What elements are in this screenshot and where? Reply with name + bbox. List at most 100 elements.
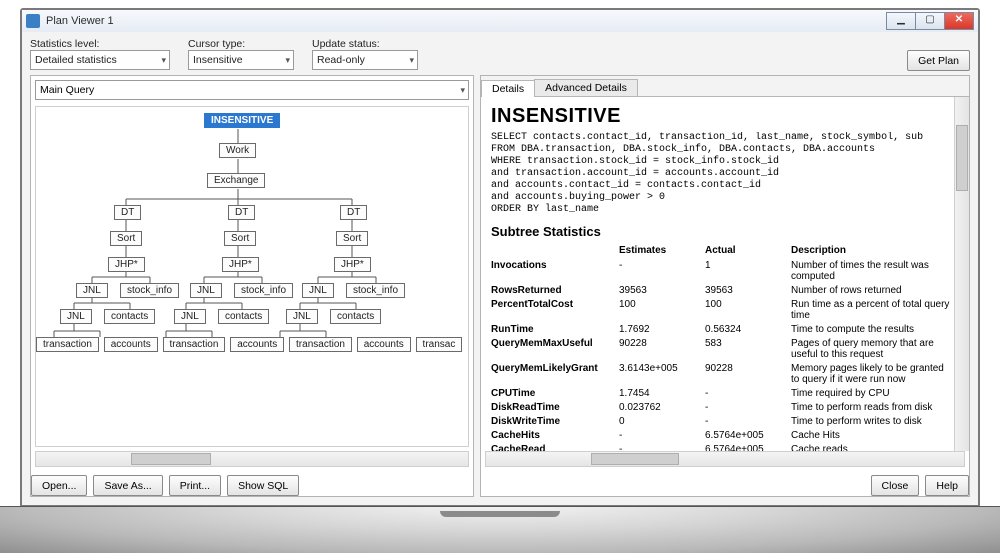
stat-actual: 90228 <box>705 361 791 386</box>
stat-name: Invocations <box>491 258 619 283</box>
stat-name: CPUTime <box>491 386 619 400</box>
plan-node-transaction[interactable]: transaction <box>36 337 99 352</box>
plan-node-accounts[interactable]: accounts <box>357 337 411 352</box>
plan-node-sort[interactable]: Sort <box>224 231 256 246</box>
plan-node-sort[interactable]: Sort <box>336 231 368 246</box>
plan-node-accounts[interactable]: accounts <box>230 337 284 352</box>
table-row: RowsReturned3956339563Number of rows ret… <box>491 283 959 297</box>
plan-node-transaction[interactable]: transaction <box>289 337 352 352</box>
table-row: RunTime1.76920.56324Time to compute the … <box>491 322 959 336</box>
window-titlebar: Plan Viewer 1 ▁ ▢ ✕ <box>22 10 978 33</box>
plan-node-work[interactable]: Work <box>219 143 256 158</box>
stat-estimate: 3.6143e+005 <box>619 361 705 386</box>
plan-node-jhp[interactable]: JHP* <box>108 257 145 272</box>
stat-description: Time to compute the results <box>791 322 959 336</box>
help-button[interactable]: Help <box>925 475 969 496</box>
update-status-dropdown[interactable]: Read-only <box>312 50 418 70</box>
stat-estimate: - <box>619 258 705 283</box>
stat-name: DiskWriteTime <box>491 414 619 428</box>
stat-estimate: 39563 <box>619 283 705 297</box>
plan-node-stockinfo[interactable]: stock_info <box>346 283 405 298</box>
plan-node-exchange[interactable]: Exchange <box>207 173 265 188</box>
plan-node-jnl[interactable]: JNL <box>60 309 92 324</box>
table-row: CacheHits-6.5764e+005Cache Hits <box>491 428 959 442</box>
plan-tree-viewport[interactable]: INSENSITIVE Work Exchange DT DT DT Sort … <box>35 106 469 447</box>
tab-advanced-details[interactable]: Advanced Details <box>534 79 638 96</box>
cursor-type-value: Insensitive <box>193 54 243 66</box>
window-maximize-button[interactable]: ▢ <box>916 12 945 30</box>
laptop-deck <box>0 506 1000 553</box>
stat-name: PercentTotalCost <box>491 297 619 322</box>
close-button[interactable]: Close <box>871 475 920 496</box>
stat-actual: 583 <box>705 336 791 361</box>
plan-node-root[interactable]: INSENSITIVE <box>204 113 280 128</box>
stat-name: QueryMemMaxUseful <box>491 336 619 361</box>
stat-description: Number of rows returned <box>791 283 959 297</box>
col-description: Description <box>791 243 959 258</box>
plan-node-jhp[interactable]: JHP* <box>222 257 259 272</box>
get-plan-button[interactable]: Get Plan <box>907 50 970 71</box>
stat-estimate: 0 <box>619 414 705 428</box>
stat-name: QueryMemLikelyGrant <box>491 361 619 386</box>
stat-description: Memory pages likely to be granted to que… <box>791 361 959 386</box>
scrollbar-thumb[interactable] <box>956 125 968 191</box>
vertical-scrollbar[interactable] <box>954 97 969 451</box>
open-button[interactable]: Open... <box>31 475 87 496</box>
plan-node-contacts[interactable]: contacts <box>330 309 381 324</box>
update-status-label: Update status: <box>312 38 418 50</box>
plan-node-sort[interactable]: Sort <box>110 231 142 246</box>
plan-node-jnl[interactable]: JNL <box>174 309 206 324</box>
table-row: QueryMemMaxUseful90228583Pages of query … <box>491 336 959 361</box>
stat-actual: 6.5764e+005 <box>705 428 791 442</box>
plan-node-transaction[interactable]: transac <box>416 337 463 352</box>
plan-node-transaction[interactable]: transaction <box>163 337 226 352</box>
show-sql-button[interactable]: Show SQL <box>227 475 299 496</box>
stat-actual: 100 <box>705 297 791 322</box>
plan-node-accounts[interactable]: accounts <box>104 337 158 352</box>
subtree-statistics-heading: Subtree Statistics <box>491 224 959 239</box>
window-close-button[interactable]: ✕ <box>945 12 974 30</box>
details-pane: Details Advanced Details INSENSITIVE SEL… <box>480 75 970 497</box>
table-row: CPUTime1.7454-Time required by CPU <box>491 386 959 400</box>
plan-node-contacts[interactable]: contacts <box>104 309 155 324</box>
stat-name: CacheRead <box>491 442 619 451</box>
subtree-statistics-table: Estimates Actual Description Invocations… <box>491 243 959 451</box>
stat-description: Run time as a percent of total query tim… <box>791 297 959 322</box>
stat-description: Time to perform reads from disk <box>791 400 959 414</box>
plan-node-jnl[interactable]: JNL <box>286 309 318 324</box>
stat-name: RowsReturned <box>491 283 619 297</box>
tab-details-label: Details <box>492 83 524 95</box>
stat-name: CacheHits <box>491 428 619 442</box>
plan-node-jhp[interactable]: JHP* <box>334 257 371 272</box>
stat-description: Cache Hits <box>791 428 959 442</box>
cursor-type-dropdown[interactable]: Insensitive <box>188 50 294 70</box>
print-button[interactable]: Print... <box>169 475 221 496</box>
save-as-button[interactable]: Save As... <box>93 475 162 496</box>
stat-actual: - <box>705 400 791 414</box>
details-heading: INSENSITIVE <box>491 105 959 128</box>
query-select-dropdown[interactable]: Main Query <box>35 80 469 100</box>
window-minimize-button[interactable]: ▁ <box>886 12 916 30</box>
col-estimates: Estimates <box>619 243 705 258</box>
table-row: PercentTotalCost100100Run time as a perc… <box>491 297 959 322</box>
sql-text: SELECT contacts.contact_id, transaction_… <box>491 132 959 216</box>
plan-node-jnl[interactable]: JNL <box>302 283 334 298</box>
plan-node-jnl[interactable]: JNL <box>76 283 108 298</box>
stat-estimate: 100 <box>619 297 705 322</box>
stat-actual: 1 <box>705 258 791 283</box>
stat-description: Pages of query memory that are useful to… <box>791 336 959 361</box>
save-as-label: Save As... <box>104 480 151 492</box>
plan-node-jnl[interactable]: JNL <box>190 283 222 298</box>
details-horizontal-scrollbar[interactable] <box>485 451 965 467</box>
plan-node-stockinfo[interactable]: stock_info <box>234 283 293 298</box>
plan-node-dt[interactable]: DT <box>228 205 255 220</box>
horizontal-scrollbar[interactable] <box>35 451 469 467</box>
stat-estimate: - <box>619 428 705 442</box>
plan-node-contacts[interactable]: contacts <box>218 309 269 324</box>
plan-node-dt[interactable]: DT <box>114 205 141 220</box>
tab-details[interactable]: Details <box>481 80 535 97</box>
stats-level-dropdown[interactable]: Detailed statistics <box>30 50 170 70</box>
stat-description: Cache reads <box>791 442 959 451</box>
plan-node-dt[interactable]: DT <box>340 205 367 220</box>
plan-node-stockinfo[interactable]: stock_info <box>120 283 179 298</box>
